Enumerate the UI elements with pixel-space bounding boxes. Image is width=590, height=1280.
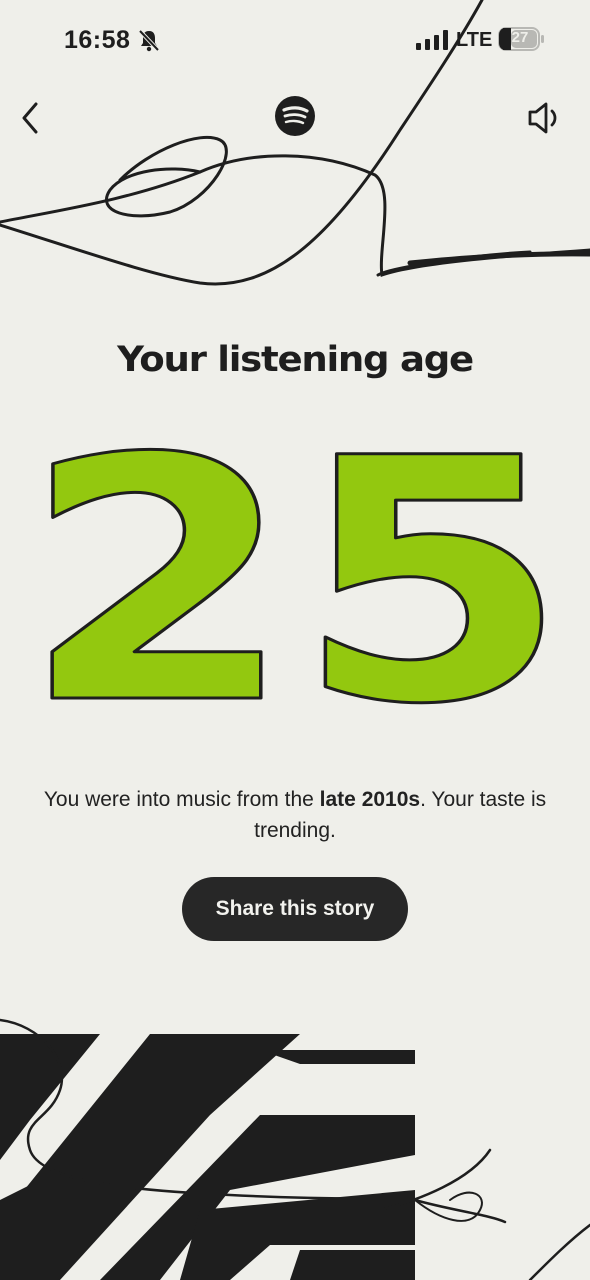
bell-muted-icon bbox=[138, 29, 160, 52]
listening-age-number: 25 bbox=[20, 440, 571, 720]
status-time: 16:58 bbox=[64, 26, 131, 54]
back-button[interactable] bbox=[14, 98, 50, 138]
battery-level: 27 bbox=[511, 29, 529, 46]
story-title: Your listening age bbox=[117, 340, 474, 380]
description-highlight: late 2010s bbox=[319, 788, 421, 811]
decorative-stripes-bottom bbox=[0, 1018, 590, 1280]
share-story-button[interactable]: Share this story bbox=[182, 877, 408, 941]
sound-toggle-button[interactable] bbox=[524, 98, 566, 138]
spotify-logo-icon bbox=[275, 96, 315, 136]
chevron-left-icon bbox=[22, 102, 38, 134]
speaker-icon bbox=[528, 102, 557, 134]
description-prefix: You were into music from the bbox=[43, 788, 320, 811]
network-type: LTE bbox=[456, 29, 493, 51]
listening-age-value: 25 bbox=[21, 440, 569, 720]
story-description: You were into music from the late 2010s.… bbox=[30, 784, 560, 846]
cellular-signal-icon bbox=[416, 30, 448, 50]
